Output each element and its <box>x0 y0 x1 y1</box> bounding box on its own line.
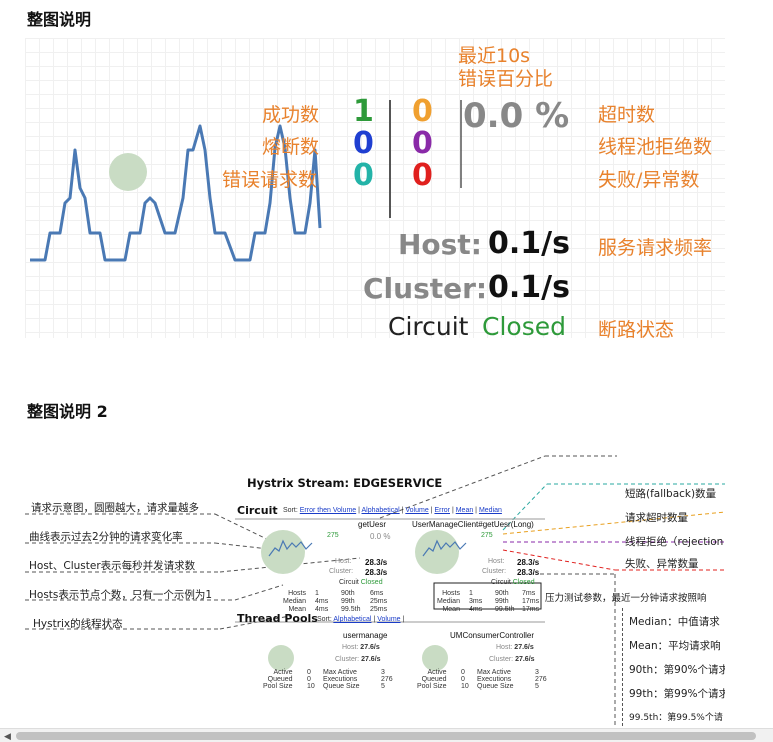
bad-request-count: 0 <box>353 158 374 193</box>
section2-title: 整图说明 2 <box>27 402 108 421</box>
scroll-thumb[interactable] <box>16 732 756 740</box>
legend-90th: 90th：第90%个请求 <box>629 664 725 676</box>
circuit-success-count: 275 <box>481 532 493 539</box>
circuit-label: Circuit <box>388 312 469 341</box>
pool-values-left: 0 0 10 <box>461 669 469 690</box>
section1-title: 整图说明 <box>27 10 92 29</box>
note-curve: 曲线表示过去2分钟的请求变化率 <box>29 531 183 543</box>
failure-label: 失败/异常数 <box>598 169 700 191</box>
note-thread-state: Hystrix的线程状态 <box>33 618 123 630</box>
note-stress-test: 压力测试参数，最近一分钟请求按照响 <box>545 593 707 604</box>
circuit-pct-keys: 90th 99th 99.5th <box>341 590 361 613</box>
host-rate: 0.1/s <box>488 226 570 261</box>
circuit-pct-values: 6ms 25ms 25ms <box>370 590 388 613</box>
request-volume-circle <box>109 153 147 191</box>
circuit-cluster-label: Cluster: <box>329 568 354 575</box>
pool-sort-volume-link[interactable]: Volume <box>377 616 400 623</box>
circuit-state-label: 断路状态 <box>598 319 675 341</box>
timeout-count: 0 <box>412 94 433 129</box>
circuit-cluster-label: Cluster: <box>482 568 507 575</box>
circuit-heading: Circuit <box>237 504 278 517</box>
circuit-stats-values: 1 4ms 4ms <box>315 590 329 613</box>
pool-keys-left: Active Queued Pool Size <box>263 669 293 690</box>
pool-values-right: 3 276 5 <box>535 669 547 690</box>
note-circle-size: 请求示意图，圆圈越大，请求量越多 <box>31 502 199 514</box>
cluster-rate: 0.1/s <box>488 270 570 305</box>
circuit-host-rate: 28.3/s <box>517 558 540 567</box>
success-label: 成功数 <box>262 104 320 126</box>
legend-99-5th: 99.5th：第99.5%个请 <box>629 713 723 723</box>
pool-cluster: Cluster: 27.6/s <box>335 656 381 663</box>
horizontal-scrollbar[interactable]: ◀ <box>0 728 773 742</box>
error-percentage: 0.0 % <box>463 96 570 136</box>
short-circuited-label: 熔断数 <box>262 136 320 158</box>
scroll-left-arrow-icon[interactable]: ◀ <box>4 731 11 742</box>
circuit-stats-values: 1 3ms 4ms <box>469 590 483 613</box>
note-hosts: Hosts表示节点个数，只有一个示例为1 <box>29 589 213 601</box>
short-circuited-count: 0 <box>353 126 374 161</box>
note-failure: 失败、异常数量 <box>625 558 699 570</box>
pool-keys-left: Active Queued Pool Size <box>417 669 447 690</box>
note-fallback: 短路(fallback)数量 <box>625 488 717 500</box>
pool-cluster: Cluster: 27.6/s <box>489 656 535 663</box>
circuit-status: Closed <box>482 312 566 341</box>
sort-bar: Sort: Error then Volume | Alphabetical |… <box>283 507 502 514</box>
bad-request-label: 错误请求数 <box>222 169 318 191</box>
hystrix-dashboard-image: Hystrix Stream: EDGESERVICE Circuit Sort… <box>25 448 725 726</box>
host-label: Host: <box>398 228 482 261</box>
circuit-stats-keys: Hosts Median Mean <box>283 590 306 613</box>
page: 整图说明 最近10s 错误百分比 成功数 熔断数 错误请求数 1 0 0 0 0… <box>0 0 773 742</box>
circuit-success-count: 275 <box>327 532 339 539</box>
circuit-cluster-rate: 28.3/s <box>365 568 388 577</box>
circuit-state-text: Circuit Closed <box>491 579 535 586</box>
pool-sort-bar: Sort: Alphabetical | Volume | <box>317 616 405 623</box>
pool-values-left: 0 0 10 <box>307 669 315 690</box>
failure-count: 0 <box>412 158 433 193</box>
circuit-state-text: Circuit Closed <box>339 579 383 586</box>
note-host-cluster: Host、Cluster表示每秒并发请求数 <box>29 560 196 572</box>
circuit-name: getUesr <box>358 520 387 529</box>
thread-pools-heading: Thread Pools <box>237 612 318 625</box>
percentile-legend-box: Median：中值请求 Mean：平均请求响 90th：第90%个请求 99th… <box>622 608 725 726</box>
circuit-error-pct: 0.0 % <box>370 532 391 541</box>
legend-mean: Mean：平均请求响 <box>629 640 721 652</box>
note-rejection: 线程拒绝（rejection <box>625 536 724 548</box>
sort-mean-link[interactable]: Mean <box>456 507 474 514</box>
circuit-cluster-rate: 28.3/s <box>517 568 540 577</box>
note-timeout: 请求超时数量 <box>625 512 688 524</box>
legend-median: Median：中值请求 <box>629 616 720 628</box>
circuit-host-label: Host: <box>335 558 352 565</box>
pool-name: usermanage <box>343 631 388 640</box>
pool-sort-alphabetical-link[interactable]: Alphabetical <box>333 616 371 623</box>
stream-title: Hystrix Stream: EDGESERVICE <box>247 476 443 490</box>
sort-error-then-volume-link[interactable]: Error then Volume <box>300 507 356 514</box>
circuit-pct-values: 7ms 17ms 17ms <box>522 590 540 613</box>
cluster-label: Cluster: <box>363 272 488 305</box>
sort-median-link[interactable]: Median <box>479 507 502 514</box>
circuit-pct-keys: 90th 99th 99.5th <box>495 590 515 613</box>
sort-error-link[interactable]: Error <box>434 507 450 514</box>
pool-host: Host: 27.6/s <box>496 644 534 651</box>
thread-pool-rejected-label: 线程池拒绝数 <box>598 136 713 158</box>
circuit-name: UserManageClient#getUesr(Long) <box>412 520 534 529</box>
rejected-count: 0 <box>412 126 433 161</box>
pool-values-right: 3 276 5 <box>381 669 393 690</box>
circuit-stats-keys: Hosts Median Mean <box>437 590 460 613</box>
pool-name: UMConsumerController <box>450 631 535 640</box>
circuit-host-label: Host: <box>488 558 505 565</box>
error-pct-label: 最近10s 错误百分比 <box>458 45 554 90</box>
timeout-label: 超时数 <box>598 104 656 126</box>
sort-volume-link[interactable]: Volume <box>405 507 428 514</box>
sort-alphabetical-link[interactable]: Alphabetical <box>362 507 400 514</box>
success-count: 1 <box>353 94 374 129</box>
pool-keys-right: Max Active Executions Queue Size <box>477 669 514 690</box>
pool-keys-right: Max Active Executions Queue Size <box>323 669 360 690</box>
request-rate-label: 服务请求频率 <box>598 237 713 259</box>
circuit-host-rate: 28.3/s <box>365 558 388 567</box>
legend-99th: 99th：第99%个请求 <box>629 688 725 700</box>
pool-host: Host: 27.6/s <box>342 644 380 651</box>
